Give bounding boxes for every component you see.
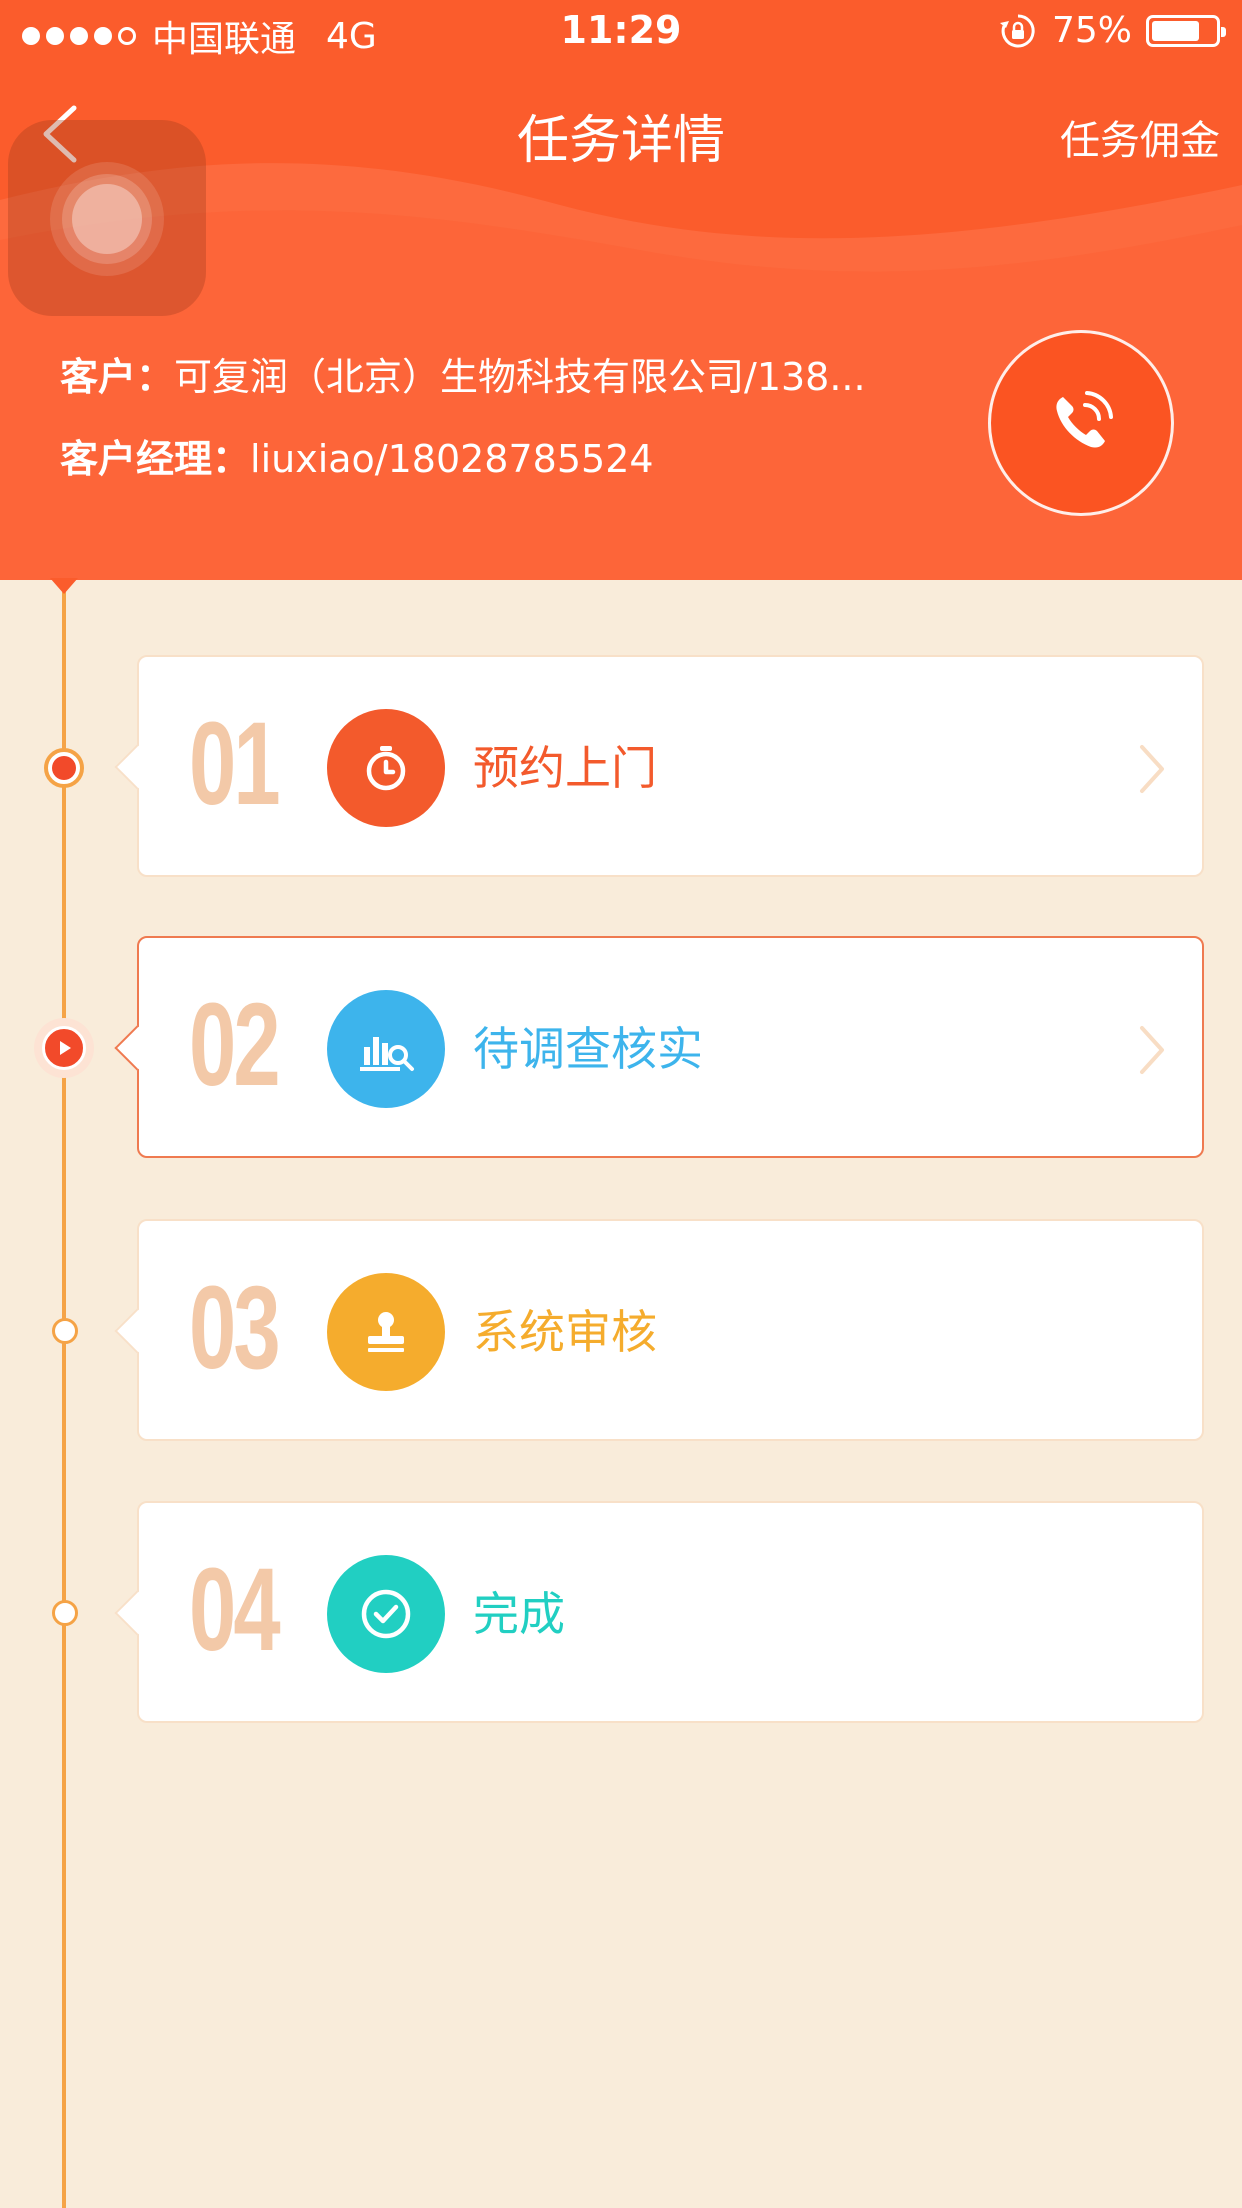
commission-button[interactable]: 任务佣金 [1060,108,1220,166]
stopwatch-icon [327,709,445,827]
step-card-appointment[interactable]: 01 预约上门 [114,655,1204,877]
task-detail-screen: 中国联通 4G 11:29 75% 任务详情 任务佣金 客户：可复润（北京）生物… [0,0,1242,2208]
header: 中国联通 4G 11:29 75% 任务详情 任务佣金 客户：可复润（北京）生物… [0,0,1242,580]
manager-value: liuxiao/18028785524 [250,437,654,481]
step-number: 01 [189,698,281,830]
battery-fill [1152,20,1199,41]
customer-label: 客户： [60,355,175,399]
step-label: 完成 [473,1587,565,1641]
timeline-node-step-1 [44,748,84,788]
chart-search-icon [327,990,445,1108]
timeline-node-step-4 [52,1600,78,1626]
play-icon [60,1041,71,1055]
check-circle-icon [327,1555,445,1673]
timeline-node-step-3 [52,1318,78,1344]
step-label: 预约上门 [473,741,657,795]
step-label: 待调查核实 [473,1022,703,1076]
step-label: 系统审核 [473,1305,657,1359]
step-card-complete[interactable]: 04 完成 [114,1501,1204,1723]
timeline-line [62,580,66,2208]
step-card-investigation[interactable]: 02 待调查核实 [114,936,1204,1158]
customer-info: 客户：可复润（北京）生物科技有限公司/138... [60,346,866,401]
status-right: 75% [998,10,1226,51]
step-card-system-review[interactable]: 03 系统审核 [114,1219,1204,1441]
stamp-icon [327,1273,445,1391]
timeline-node-step-2 [34,1018,94,1078]
status-bar: 中国联通 4G 11:29 75% [0,0,1242,66]
timeline-pointer [50,578,78,594]
chevron-right-icon [1140,1026,1164,1074]
step-number: 02 [189,979,281,1111]
manager-info: 客户经理：liuxiao/18028785524 [60,428,654,483]
step-number: 03 [189,1262,281,1394]
step-number: 04 [189,1544,281,1676]
customer-value: 可复润（北京）生物科技有限公司/138... [174,355,866,399]
rotation-lock-icon [999,13,1035,47]
phone-icon [1056,391,1113,448]
assistive-touch-button[interactable] [8,120,206,316]
call-button[interactable] [988,330,1174,516]
manager-label: 客户经理： [60,437,251,481]
chevron-right-icon [1140,745,1164,793]
battery-percent: 75% [1051,10,1132,51]
battery-icon [1146,14,1226,47]
